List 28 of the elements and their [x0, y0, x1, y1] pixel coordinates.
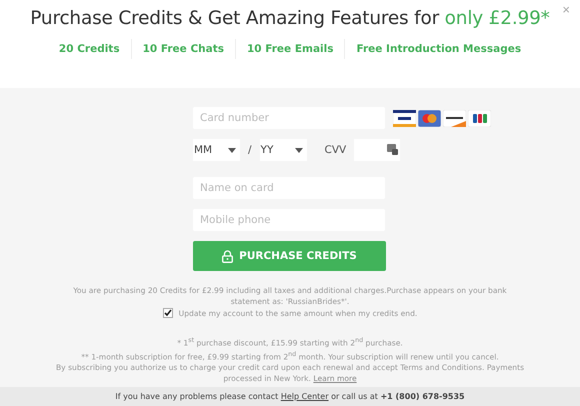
- card-icon: [418, 110, 441, 126]
- phone-field[interactable]: Mobile phone: [193, 209, 385, 231]
- check-icon: [164, 309, 172, 317]
- month-select[interactable]: MM: [193, 139, 240, 161]
- cvv-field[interactable]: [354, 139, 400, 161]
- card-icon: [443, 110, 466, 126]
- close-button[interactable]: ×: [562, 2, 570, 17]
- caret-icon: [294, 148, 303, 152]
- caret-icon: [228, 148, 236, 152]
- separator-text: /: [248, 144, 252, 156]
- card-icon: [468, 110, 491, 126]
- cvv-label: CVV: [324, 144, 346, 156]
- help-text: If you have any problems please contact Help Center or call us at +1 (800) 678-9535: [115, 392, 465, 401]
- title-text: Purchase Credits & Get Amazing Features for: [30, 8, 439, 29]
- feature-label: Free Introduction Messages: [344, 39, 532, 59]
- feature-label: 10 Free Chats: [130, 39, 235, 59]
- help-center-link[interactable]: Help Center: [280, 392, 329, 401]
- checkbox[interactable]: [162, 308, 173, 318]
- price-highlight: only £2.99*: [444, 8, 550, 29]
- year-select[interactable]: YY: [260, 139, 307, 161]
- name-field[interactable]: Name on card: [193, 177, 385, 199]
- purchase-button[interactable]: PURCHASE CREDITS: [193, 241, 386, 271]
- card-icon: [393, 110, 416, 126]
- feature-label: 20 Credits: [58, 42, 121, 57]
- lock-icon: [222, 250, 234, 262]
- card-number-field[interactable]: Card number: [193, 107, 385, 129]
- card-chip-icon: [387, 144, 398, 155]
- feature-label: 10 Free Emails: [234, 39, 344, 59]
